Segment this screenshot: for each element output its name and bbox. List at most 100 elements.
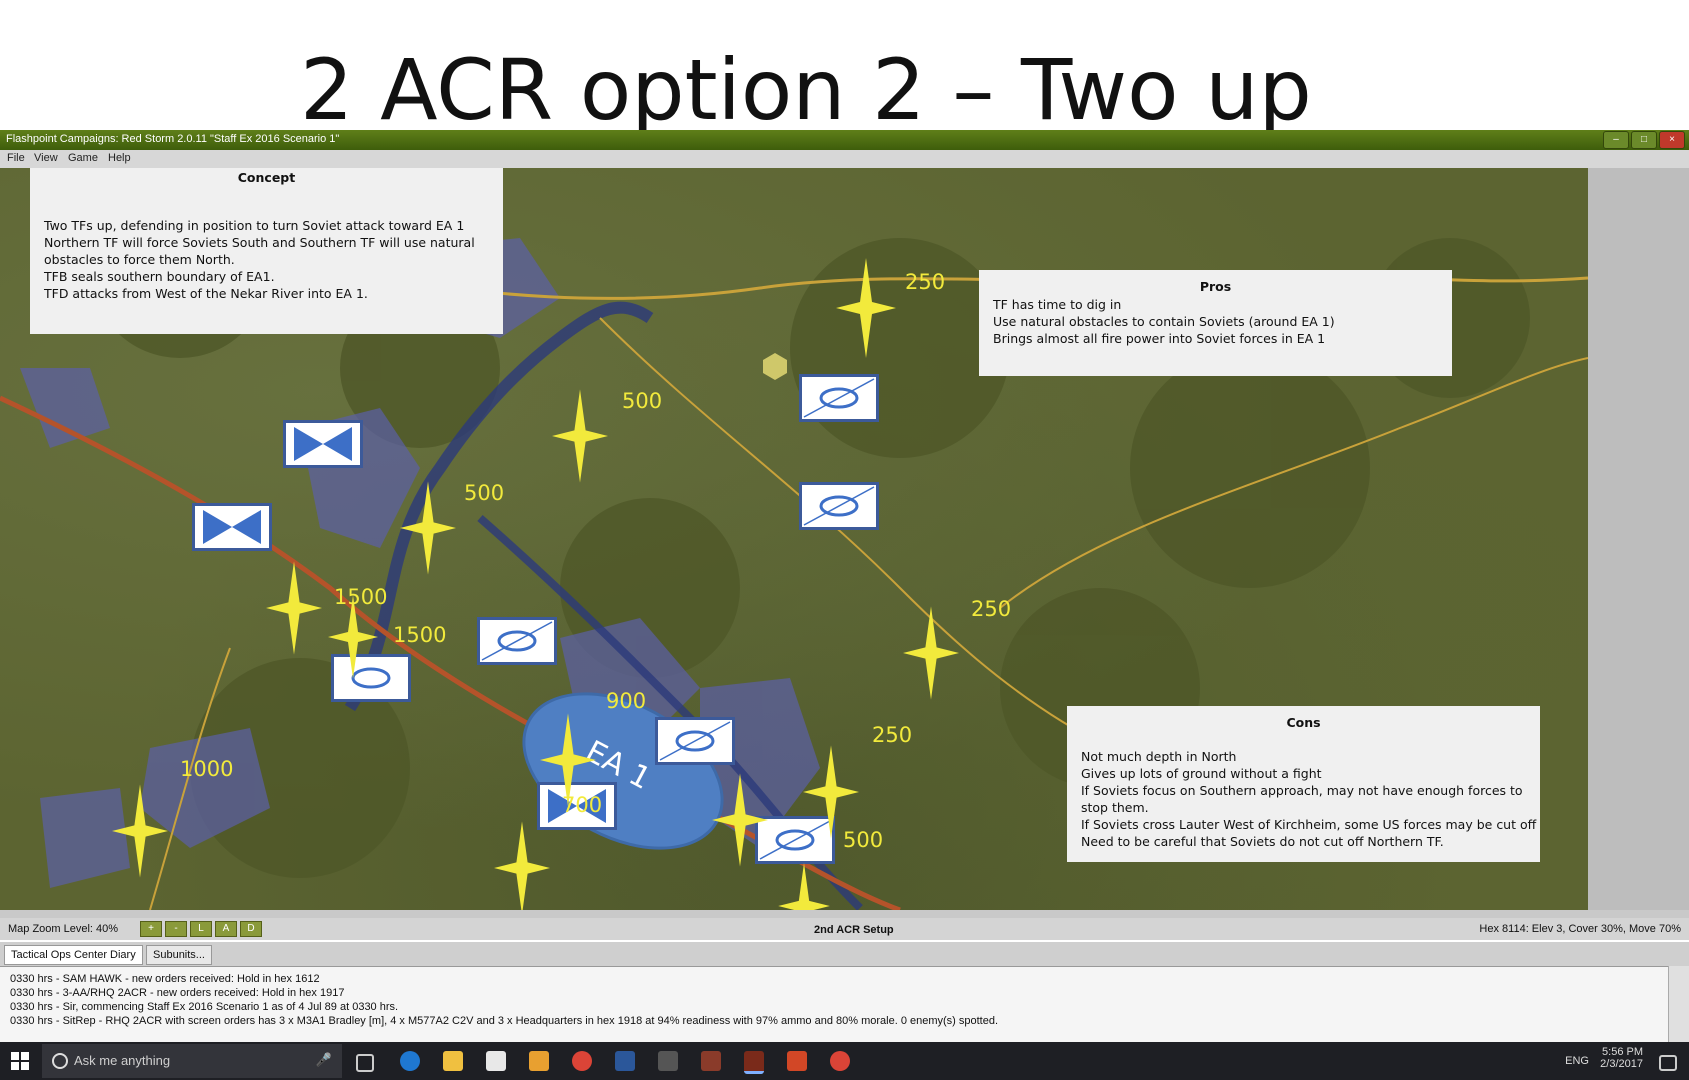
fire-support-range: 250	[905, 270, 946, 294]
cons-line: Gives up lots of ground without a fight	[1081, 766, 1322, 781]
fire-support-range: 1000	[180, 757, 234, 781]
fire-support-range: 500	[622, 389, 663, 413]
fire-support-star[interactable]	[903, 605, 959, 701]
concept-line: TFB seals southern boundary of EA1.	[44, 269, 275, 284]
file-explorer-icon[interactable]	[443, 1051, 463, 1071]
unit-symbol-cavalry[interactable]	[192, 503, 272, 551]
flashpoint-icon[interactable]	[744, 1051, 764, 1074]
fire-support-star[interactable]	[552, 388, 608, 484]
concept-line: TFD attacks from West of the Nekar River…	[44, 286, 368, 301]
fire-support-star[interactable]	[328, 594, 378, 680]
powerpoint-icon[interactable]	[787, 1051, 807, 1071]
fire-support-range: 500	[464, 481, 505, 505]
zoom-level-label: Map Zoom Level: 40%	[8, 923, 119, 935]
concept-line: obstacles to force them North.	[44, 252, 235, 267]
zoom-d-button[interactable]: D	[240, 921, 262, 937]
menu-game[interactable]: Game	[68, 152, 98, 164]
store-icon[interactable]	[486, 1051, 506, 1071]
cons-line: Not much depth in North	[1081, 749, 1237, 764]
fire-support-star[interactable]	[266, 560, 322, 656]
menu-view[interactable]: View	[34, 152, 58, 164]
chrome-icon-2[interactable]	[830, 1051, 850, 1071]
cortana-search-box[interactable]: Ask me anything 🎤	[42, 1044, 342, 1078]
cortana-icon	[52, 1053, 68, 1069]
cons-line: stop them.	[1081, 800, 1149, 815]
cons-line: Need to be careful that Soviets do not c…	[1081, 834, 1444, 849]
zoom-a-button[interactable]: A	[215, 921, 237, 937]
menu-file[interactable]: File	[7, 152, 25, 164]
menu-help[interactable]: Help	[108, 152, 131, 164]
fire-support-range: 900	[606, 689, 647, 713]
fire-support-star[interactable]	[400, 480, 456, 576]
fire-support-star[interactable]	[836, 258, 896, 358]
diary-entry: 0330 hrs - Sir, commencing Staff Ex 2016…	[10, 1001, 399, 1013]
unit-symbol-armored-cavalry[interactable]	[477, 617, 557, 665]
concept-panel: Concept Two TFs up, defending in positio…	[30, 168, 503, 334]
zoom-l-button[interactable]: L	[190, 921, 212, 937]
fire-support-range: 250	[971, 597, 1012, 621]
slide-title: 2 ACR option 2 – Two up	[300, 41, 1312, 139]
close-button[interactable]: ×	[1659, 131, 1685, 149]
diary-scrollbar[interactable]	[1668, 966, 1689, 1042]
status-bar: Map Zoom Level: 40% + - L A D 2nd ACR Se…	[0, 918, 1689, 940]
clock-date: 2/3/2017	[1600, 1058, 1643, 1070]
edge-icon[interactable]	[400, 1051, 420, 1071]
map-horizontal-scrollbar[interactable]	[0, 910, 1689, 918]
maximize-button[interactable]: □	[1631, 131, 1657, 149]
unit-symbol-armored-cavalry[interactable]	[799, 374, 879, 422]
concept-line: Two TFs up, defending in position to tur…	[44, 218, 465, 233]
windows-taskbar: Ask me anything 🎤 ENG 5:56 PM 2/3/2017	[0, 1042, 1689, 1080]
window-title: Flashpoint Campaigns: Red Storm 2.0.11 "…	[6, 133, 340, 145]
windows-start-icon[interactable]	[10, 1051, 30, 1071]
window-controls: – □ ×	[1603, 131, 1685, 149]
fire-support-star[interactable]	[112, 783, 168, 879]
pros-line: TF has time to dig in	[993, 297, 1122, 312]
minimize-button[interactable]: –	[1603, 131, 1629, 149]
pros-title: Pros	[1199, 279, 1232, 294]
pros-line: Brings almost all fire power into Soviet…	[993, 331, 1326, 346]
paint-icon[interactable]	[529, 1051, 549, 1071]
word-icon[interactable]	[615, 1051, 635, 1071]
fire-support-star[interactable]	[776, 863, 832, 910]
diary-entry: 0330 hrs - SitRep - RHQ 2ACR with screen…	[10, 1015, 999, 1027]
map-side-panel	[1588, 168, 1689, 910]
zoom-controls: + - L A D	[140, 921, 262, 937]
search-placeholder: Ask me anything	[74, 1053, 171, 1068]
zoom-in-button[interactable]: +	[140, 921, 162, 937]
unit-symbol-cavalry[interactable]	[283, 420, 363, 468]
microphone-icon[interactable]: 🎤	[316, 1052, 332, 1068]
cons-line: If Soviets focus on Southern approach, m…	[1081, 783, 1523, 798]
cons-title: Cons	[1286, 715, 1321, 730]
hex-info: Hex 8114: Elev 3, Cover 30%, Move 70%	[1479, 923, 1681, 935]
fire-support-star[interactable]	[494, 820, 550, 910]
pros-panel: Pros TF has time to dig in Use natural o…	[979, 270, 1452, 376]
tactical-map[interactable]: Concept Two TFs up, defending in positio…	[0, 168, 1588, 910]
diary-entry: 0330 hrs - 3-AA/RHQ 2ACR - new orders re…	[10, 987, 345, 999]
zoom-out-button[interactable]: -	[165, 921, 187, 937]
diary-entry: 0330 hrs - SAM HAWK - new orders receive…	[10, 973, 320, 985]
tab-tactical-ops-center-diary[interactable]: Tactical Ops Center Diary	[4, 945, 143, 965]
fire-support-range: 250	[872, 723, 913, 747]
fire-support-star[interactable]	[803, 744, 859, 840]
menu-bar: File View Game Help	[0, 150, 1689, 168]
fire-support-range: 700	[562, 793, 603, 817]
system-clock[interactable]: 5:56 PM 2/3/2017	[1600, 1046, 1643, 1070]
unit-symbol-armored-cavalry[interactable]	[655, 717, 735, 765]
unit-symbol-armored-cavalry[interactable]	[799, 482, 879, 530]
game-icon[interactable]	[658, 1051, 678, 1071]
cons-panel: Cons Not much depth in North Gives up lo…	[1067, 706, 1540, 862]
notification-icon[interactable]	[1659, 1055, 1677, 1071]
language-indicator[interactable]: ENG	[1565, 1055, 1589, 1067]
diary-tabs: Tactical Ops Center Diary Subunits...	[0, 942, 1689, 966]
tab-subunits[interactable]: Subunits...	[146, 945, 212, 965]
window-titlebar: Flashpoint Campaigns: Red Storm 2.0.11 "…	[0, 130, 1689, 150]
setup-label: 2nd ACR Setup	[814, 924, 894, 936]
clock-time: 5:56 PM	[1602, 1046, 1643, 1058]
pros-line: Use natural obstacles to contain Soviets…	[993, 314, 1335, 329]
diary-log: 0330 hrs - SAM HAWK - new orders receive…	[0, 966, 1670, 1043]
task-view-icon[interactable]	[356, 1054, 374, 1072]
chrome-icon[interactable]	[572, 1051, 592, 1071]
fire-support-star[interactable]	[712, 772, 768, 868]
concept-title: Concept	[237, 170, 296, 185]
game-icon-2[interactable]	[701, 1051, 721, 1071]
